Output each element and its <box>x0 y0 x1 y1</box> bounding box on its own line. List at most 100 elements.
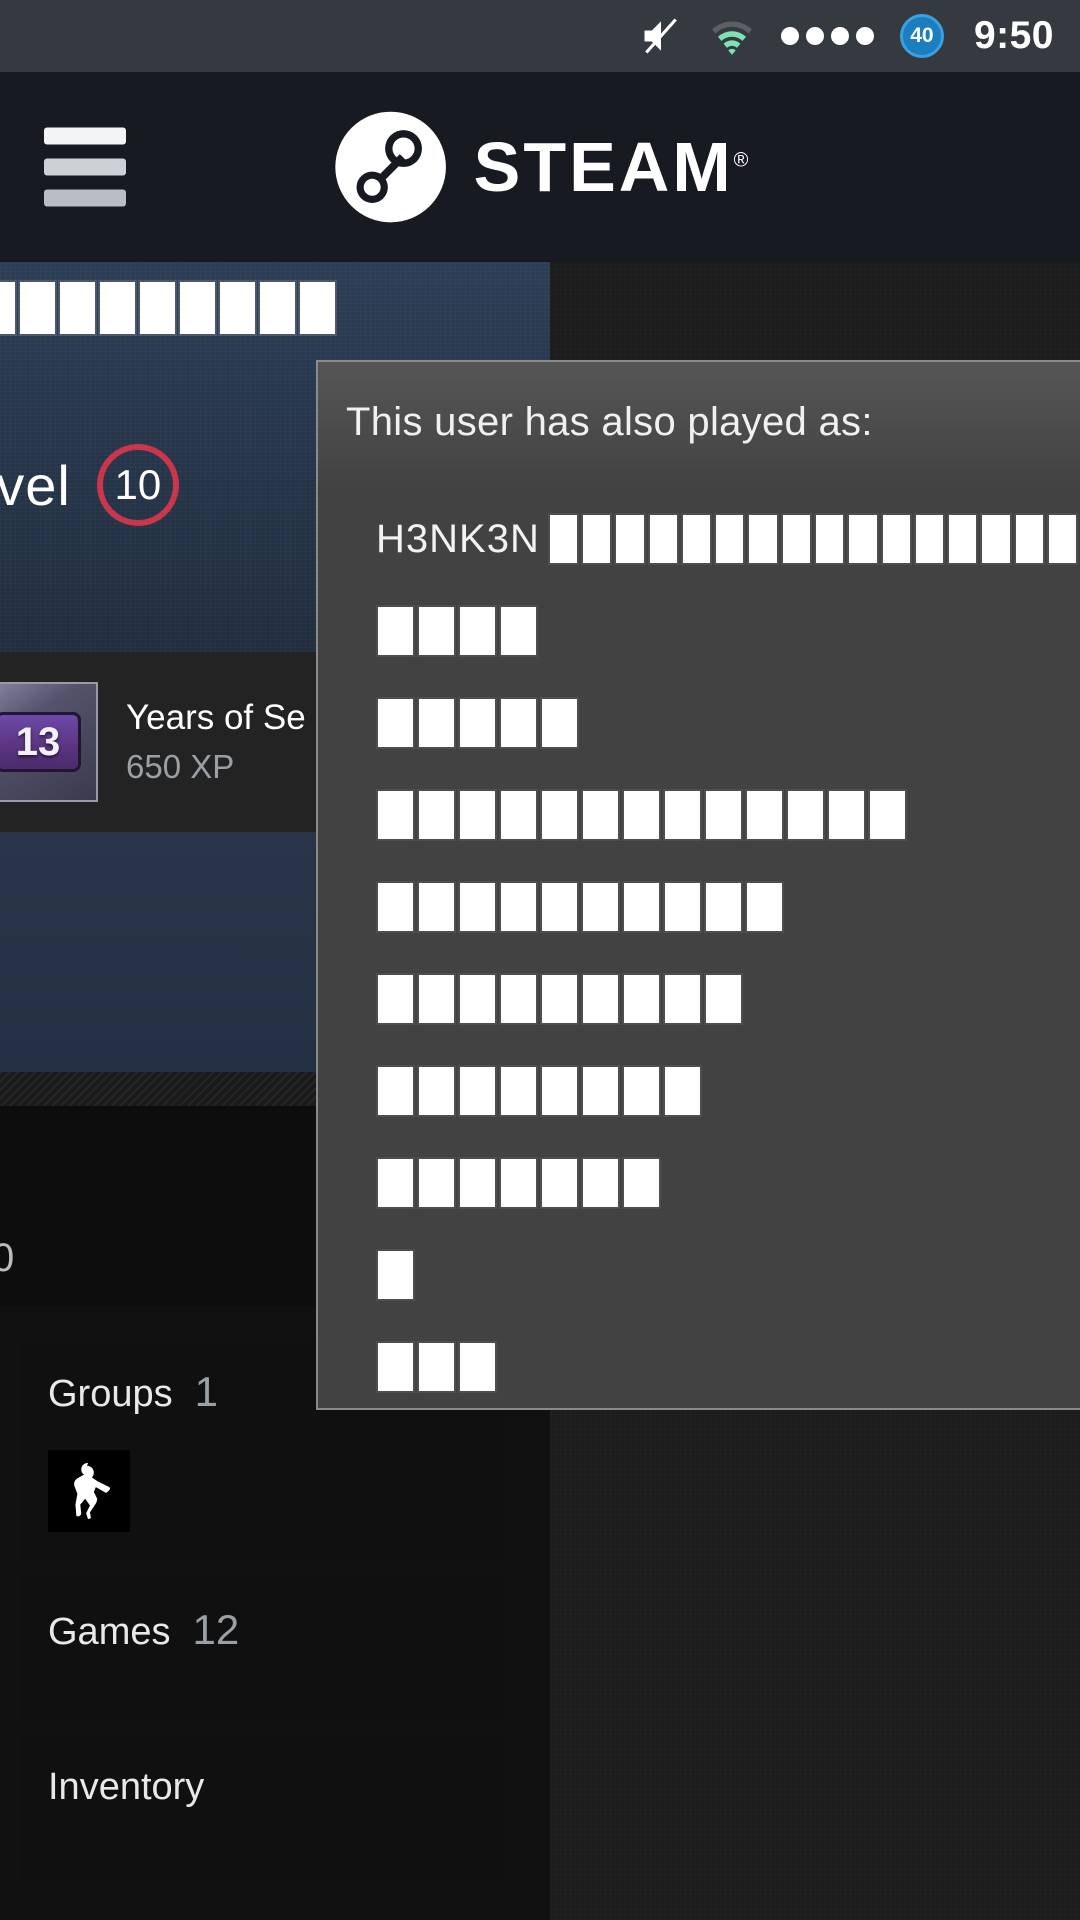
alias-popup-dialog[interactable]: This user has also played as: H3NK3N <box>316 360 1080 1410</box>
missing-glyph-box <box>417 1157 456 1209</box>
missing-glyph-box <box>417 1065 456 1117</box>
missing-glyph-box <box>499 1065 538 1117</box>
alias-list-item[interactable] <box>376 1229 1080 1321</box>
alias-name: H3NK3N <box>376 516 540 561</box>
signal-dot <box>855 27 874 45</box>
missing-glyph-box <box>1013 513 1045 565</box>
alias-list-item[interactable] <box>376 769 1080 861</box>
missing-glyph-box <box>868 789 907 841</box>
missing-glyph-box <box>581 1157 620 1209</box>
sidebar-item-inventory[interactable]: Inventory <box>20 1736 506 1886</box>
missing-glyph-box <box>458 1341 497 1393</box>
inventory-header: Inventory <box>48 1766 506 1809</box>
app-header: STEAM® <box>0 72 1080 262</box>
missing-glyph-box <box>417 973 456 1025</box>
missing-glyph-box <box>827 789 866 841</box>
alias-list-item[interactable] <box>376 861 1080 953</box>
sidebar-item-games[interactable]: Games 12 <box>20 1576 506 1726</box>
missing-glyph-box <box>178 280 217 336</box>
missing-glyph-box <box>614 513 646 565</box>
alias-list-item[interactable] <box>376 1045 1080 1137</box>
missing-glyph-box <box>218 280 257 336</box>
alias-list-item[interactable] <box>376 1137 1080 1229</box>
counter-strike-soldier-icon <box>74 1462 111 1520</box>
missing-glyph-box <box>458 881 497 933</box>
missing-glyph-box <box>376 881 415 933</box>
missing-glyph-box <box>581 513 613 565</box>
missing-glyph-box <box>980 513 1012 565</box>
missing-glyph-box <box>458 973 497 1025</box>
missing-glyph-box <box>647 513 679 565</box>
missing-glyph-box <box>458 1065 497 1117</box>
signal-dot <box>805 27 824 45</box>
missing-glyph-box <box>780 513 812 565</box>
badge-meta: Years of Se 650 XP <box>126 698 306 786</box>
missing-glyph-box <box>417 1341 456 1393</box>
missing-glyph-box <box>499 1157 538 1209</box>
games-header: Games 12 <box>48 1606 506 1654</box>
missing-glyph-box <box>376 605 415 657</box>
missing-glyph-box <box>417 789 456 841</box>
missing-glyph-box <box>1046 513 1079 565</box>
missing-glyph-box <box>499 697 538 749</box>
alias-dialog-title: This user has also played as: <box>346 400 873 444</box>
signal-dot <box>830 27 849 45</box>
missing-glyph-box <box>376 1157 415 1209</box>
badge-title: Years of Se <box>126 698 306 737</box>
menu-icon-bar <box>44 158 126 176</box>
registered-mark: ® <box>733 149 749 172</box>
missing-glyph-box <box>663 881 702 933</box>
games-label: Games <box>48 1611 171 1653</box>
missing-glyph-box <box>376 973 415 1025</box>
alias-list-item[interactable]: H3NK3N <box>376 493 1080 585</box>
missing-glyph-box <box>458 1157 497 1209</box>
missing-glyph-box <box>18 280 57 336</box>
groups-label: Groups <box>48 1373 173 1415</box>
menu-icon-bar <box>44 127 126 145</box>
missing-glyph-box <box>138 280 177 336</box>
missing-glyph-box <box>417 881 456 933</box>
badge-icon-number: 13 <box>0 712 81 772</box>
missing-glyph-box <box>376 697 415 749</box>
menu-icon-bar <box>44 189 126 207</box>
clock: 9:50 <box>973 14 1054 57</box>
missing-glyph-box <box>786 789 825 841</box>
alias-list-item[interactable] <box>376 1321 1080 1408</box>
status-icon-group: 40 9:50 <box>639 14 1054 58</box>
alias-list-item[interactable] <box>376 585 1080 677</box>
menu-icon[interactable] <box>44 127 126 207</box>
groups-count: 1 <box>194 1368 218 1415</box>
missing-glyph-box <box>499 605 538 657</box>
missing-glyph-box <box>376 1249 415 1301</box>
missing-glyph-box <box>663 1065 702 1117</box>
steam-logo[interactable]: STEAM® <box>332 108 749 226</box>
badge-icon: 13 <box>0 682 98 802</box>
missing-glyph-box <box>813 513 846 565</box>
missing-glyph-box <box>499 789 538 841</box>
missing-glyph-box <box>547 513 580 565</box>
missing-glyph-box <box>376 789 415 841</box>
signal-dot <box>780 27 799 45</box>
missing-glyph-box <box>376 1065 415 1117</box>
missing-glyph-box <box>714 513 746 565</box>
missing-glyph-box <box>499 973 538 1025</box>
group-avatar[interactable] <box>48 1450 130 1532</box>
alias-list-item[interactable] <box>376 953 1080 1045</box>
badge-xp: 650 XP <box>126 748 235 785</box>
alias-list-item[interactable] <box>376 677 1080 769</box>
missing-glyph-box <box>540 789 579 841</box>
stat-number: 0 <box>0 1236 15 1280</box>
missing-glyph-box <box>622 881 661 933</box>
missing-glyph-box <box>847 513 879 565</box>
persona-name <box>0 280 338 336</box>
missing-glyph-box <box>704 881 743 933</box>
missing-glyph-box <box>417 605 456 657</box>
missing-glyph-box <box>458 605 497 657</box>
missing-glyph-box <box>540 1065 579 1117</box>
battery-badge: 40 <box>899 14 944 58</box>
missing-glyph-box <box>540 973 579 1025</box>
missing-glyph-box <box>458 789 497 841</box>
steam-valve-logo-icon <box>335 111 446 223</box>
missing-glyph-box <box>622 973 661 1025</box>
missing-glyph-box <box>258 280 297 336</box>
